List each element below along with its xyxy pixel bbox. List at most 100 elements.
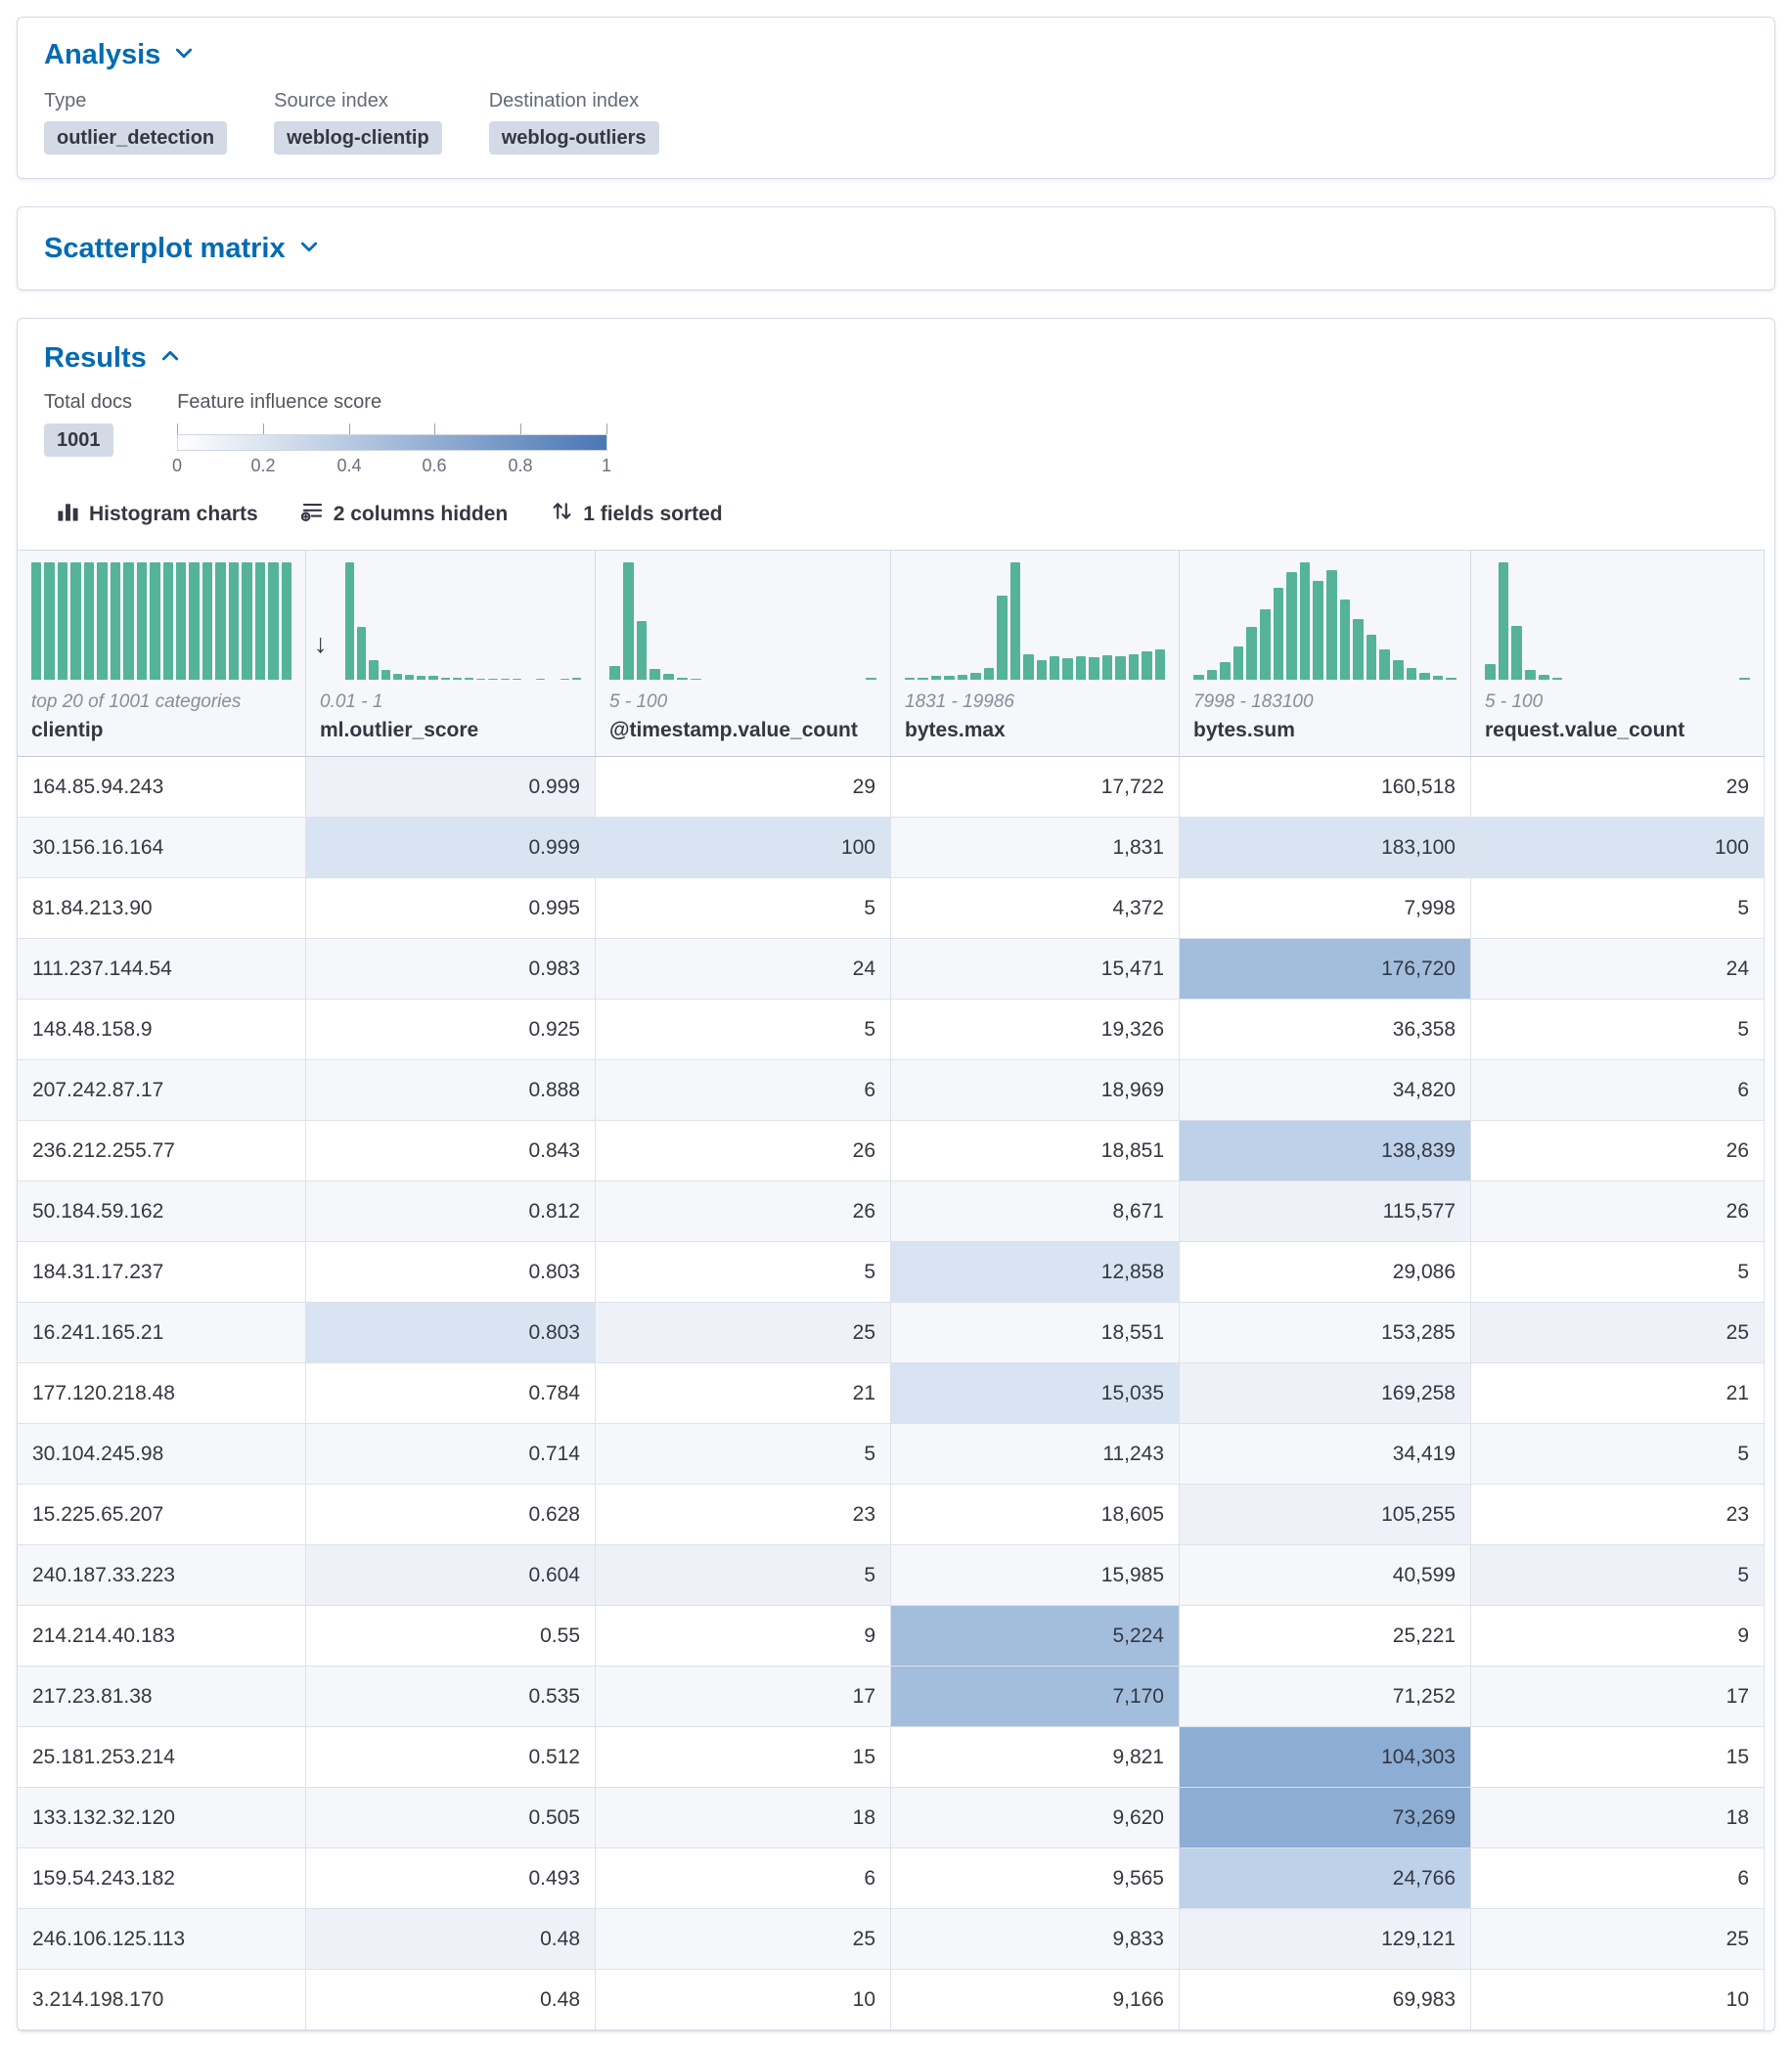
column-header-clientip[interactable]: top 20 of 1001 categoriesclientip [18,551,306,757]
grid-cell[interactable]: 30.156.16.164 [18,818,306,878]
grid-cell[interactable]: 0.628 [306,1485,596,1545]
grid-cell[interactable]: 18 [1471,1788,1765,1848]
grid-cell[interactable]: 5 [1471,1545,1765,1606]
grid-cell[interactable]: 5 [596,878,891,939]
grid-cell[interactable]: 0.999 [306,818,596,878]
grid-cell[interactable]: 5 [1471,878,1765,939]
grid-cell[interactable]: 81.84.213.90 [18,878,306,939]
grid-cell[interactable]: 6 [1471,1848,1765,1909]
grid-cell[interactable]: 5 [596,1242,891,1303]
grid-cell[interactable]: 15 [596,1727,891,1788]
grid-cell[interactable]: 0.803 [306,1303,596,1363]
grid-cell[interactable]: 9 [596,1606,891,1667]
grid-cell[interactable]: 236.212.255.77 [18,1121,306,1181]
grid-cell[interactable]: 15 [1471,1727,1765,1788]
grid-cell[interactable]: 100 [1471,818,1765,878]
grid-cell[interactable]: 133.132.32.120 [18,1788,306,1848]
grid-cell[interactable]: 0.493 [306,1848,596,1909]
grid-cell[interactable]: 207.242.87.17 [18,1060,306,1121]
grid-cell[interactable]: 11,243 [891,1424,1180,1485]
grid-cell[interactable]: 129,121 [1180,1909,1471,1970]
grid-cell[interactable]: 6 [596,1060,891,1121]
grid-cell[interactable]: 159.54.243.182 [18,1848,306,1909]
grid-cell[interactable]: 73,269 [1180,1788,1471,1848]
grid-cell[interactable]: 18,551 [891,1303,1180,1363]
grid-cell[interactable]: 23 [596,1485,891,1545]
grid-cell[interactable]: 26 [1471,1181,1765,1242]
grid-cell[interactable]: 9,833 [891,1909,1180,1970]
grid-cell[interactable]: 5 [596,1424,891,1485]
grid-cell[interactable]: 0.995 [306,878,596,939]
grid-cell[interactable]: 1,831 [891,818,1180,878]
grid-cell[interactable]: 177.120.218.48 [18,1363,306,1424]
grid-cell[interactable]: 5 [596,1545,891,1606]
grid-cell[interactable]: 26 [596,1181,891,1242]
column-header-bytes.sum[interactable]: 7998 - 183100bytes.sum [1180,551,1471,757]
grid-cell[interactable]: 0.803 [306,1242,596,1303]
grid-cell[interactable]: 18,969 [891,1060,1180,1121]
grid-cell[interactable]: 15,471 [891,939,1180,1000]
grid-cell[interactable]: 50.184.59.162 [18,1181,306,1242]
grid-cell[interactable]: 17 [596,1667,891,1727]
grid-cell[interactable]: 148.48.158.9 [18,1000,306,1060]
grid-cell[interactable]: 164.85.94.243 [18,757,306,818]
grid-cell[interactable]: 0.48 [306,1970,596,2030]
grid-cell[interactable]: 16.241.165.21 [18,1303,306,1363]
grid-cell[interactable]: 10 [596,1970,891,2030]
column-header-ml.outlier_score[interactable]: ↓0.01 - 1ml.outlier_score [306,551,596,757]
grid-cell[interactable]: 25 [596,1909,891,1970]
grid-cell[interactable]: 0.48 [306,1909,596,1970]
grid-cell[interactable]: 0.535 [306,1667,596,1727]
grid-cell[interactable]: 0.512 [306,1727,596,1788]
grid-cell[interactable]: 246.106.125.113 [18,1909,306,1970]
grid-cell[interactable]: 25.181.253.214 [18,1727,306,1788]
grid-cell[interactable]: 115,577 [1180,1181,1471,1242]
grid-cell[interactable]: 214.214.40.183 [18,1606,306,1667]
grid-cell[interactable]: 29 [1471,757,1765,818]
grid-cell[interactable]: 9,821 [891,1727,1180,1788]
grid-cell[interactable]: 18,851 [891,1121,1180,1181]
grid-cell[interactable]: 169,258 [1180,1363,1471,1424]
grid-cell[interactable]: 29 [596,757,891,818]
grid-cell[interactable]: 25,221 [1180,1606,1471,1667]
grid-cell[interactable]: 34,820 [1180,1060,1471,1121]
grid-cell[interactable]: 0.925 [306,1000,596,1060]
grid-cell[interactable]: 0.505 [306,1788,596,1848]
grid-cell[interactable]: 24 [1471,939,1765,1000]
grid-cell[interactable]: 26 [596,1121,891,1181]
grid-cell[interactable]: 0.784 [306,1363,596,1424]
grid-cell[interactable]: 25 [596,1303,891,1363]
grid-cell[interactable]: 0.55 [306,1606,596,1667]
grid-cell[interactable]: 30.104.245.98 [18,1424,306,1485]
grid-cell[interactable]: 15,985 [891,1545,1180,1606]
grid-cell[interactable]: 21 [1471,1363,1765,1424]
grid-cell[interactable]: 138,839 [1180,1121,1471,1181]
columns-hidden-button[interactable]: 2 columns hidden [301,500,509,528]
grid-cell[interactable]: 160,518 [1180,757,1471,818]
grid-cell[interactable]: 5 [1471,1000,1765,1060]
grid-cell[interactable]: 17,722 [891,757,1180,818]
grid-cell[interactable]: 29,086 [1180,1242,1471,1303]
grid-cell[interactable]: 12,858 [891,1242,1180,1303]
grid-cell[interactable]: 0.843 [306,1121,596,1181]
grid-cell[interactable]: 240.187.33.223 [18,1545,306,1606]
grid-cell[interactable]: 6 [1471,1060,1765,1121]
grid-cell[interactable]: 9,166 [891,1970,1180,2030]
grid-cell[interactable]: 18,605 [891,1485,1180,1545]
scatterplot-section-toggle[interactable]: Scatterplot matrix [44,231,1748,266]
grid-cell[interactable]: 8,671 [891,1181,1180,1242]
grid-cell[interactable]: 17 [1471,1667,1765,1727]
grid-cell[interactable]: 111.237.144.54 [18,939,306,1000]
grid-cell[interactable]: 7,998 [1180,878,1471,939]
grid-cell[interactable]: 36,358 [1180,1000,1471,1060]
column-header-timestamp.value_count[interactable]: 5 - 100@timestamp.value_count [596,551,891,757]
grid-cell[interactable]: 25 [1471,1303,1765,1363]
fields-sorted-button[interactable]: 1 fields sorted [551,500,722,528]
grid-cell[interactable]: 5 [1471,1242,1765,1303]
results-section-toggle[interactable]: Results [18,340,1774,376]
grid-cell[interactable]: 0.604 [306,1545,596,1606]
grid-cell[interactable]: 9,565 [891,1848,1180,1909]
grid-cell[interactable]: 0.983 [306,939,596,1000]
grid-cell[interactable]: 25 [1471,1909,1765,1970]
grid-cell[interactable]: 7,170 [891,1667,1180,1727]
